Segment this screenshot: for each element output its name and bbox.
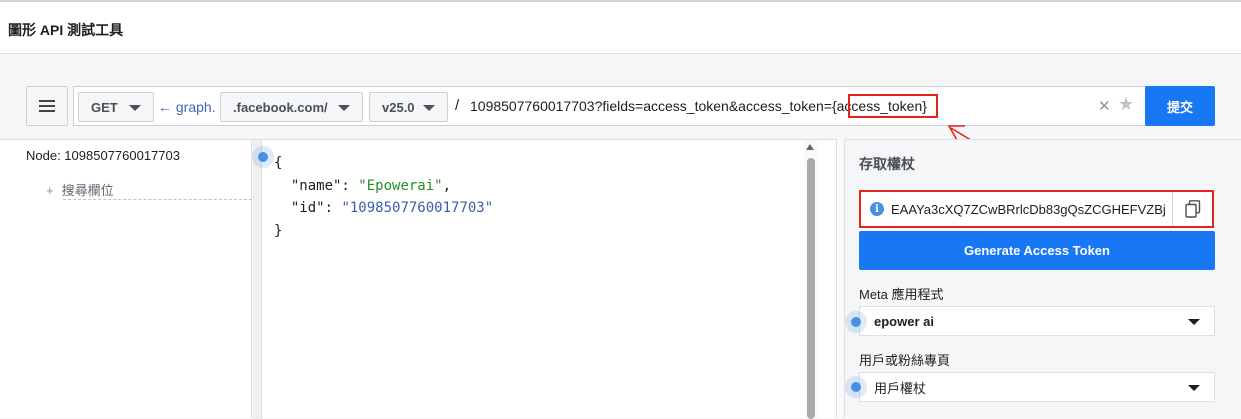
access-token-heading: 存取權杖 (859, 156, 915, 172)
user-label: 用戶或粉絲專頁 (859, 353, 951, 368)
version-select[interactable]: v25.0 (369, 92, 448, 122)
app-select[interactable]: epower ai (859, 306, 1215, 336)
page-header: 圖形 API 測試工具 (0, 2, 1241, 54)
method-label: GET (91, 99, 118, 115)
plus-icon: + (46, 183, 54, 198)
tour-marker[interactable] (851, 317, 861, 327)
copy-icon[interactable] (1172, 192, 1212, 226)
graph-prefix: ← graph. (158, 99, 216, 115)
access-token-value[interactable]: EAAYa3cXQ7ZCwBRrlcDb83gQsZCGHEFVZBj (891, 202, 1174, 217)
response-editor: { "name": "Epowerai", "id": "10985077600… (253, 139, 836, 419)
caret-down-icon (338, 105, 350, 111)
star-icon[interactable]: ★ (1118, 94, 1134, 115)
editor-scrollbar[interactable] (804, 140, 818, 419)
caret-down-icon (129, 105, 141, 111)
info-icon[interactable]: i (870, 202, 884, 216)
tour-marker[interactable] (851, 382, 861, 392)
access-token-field[interactable]: i EAAYa3cXQ7ZCwBRrlcDb83gQsZCGHEFVZBj (859, 190, 1214, 228)
annotation-highlight-box (848, 94, 938, 118)
fold-marker[interactable] (258, 152, 268, 162)
method-select[interactable]: GET (78, 92, 154, 122)
node-label: Node: 1098507760017703 (26, 148, 180, 163)
app-select-value: epower ai (874, 313, 934, 329)
path-text-before: 1098507760017703?fields=access_token&acc… (470, 98, 837, 114)
user-select[interactable]: 用戶權杖 (859, 372, 1215, 402)
domain-label: .facebook.com/ (233, 99, 328, 115)
scroll-up-icon[interactable] (806, 144, 814, 150)
response-json: { "name": "Epowerai", "id": "10985077600… (274, 155, 494, 239)
submit-button[interactable]: 提交 (1145, 86, 1215, 126)
search-field-button[interactable]: + 搜尋欄位 (46, 180, 114, 199)
page-title: 圖形 API 測試工具 (8, 22, 124, 38)
user-select-value: 用戶權杖 (874, 380, 927, 396)
version-label: v25.0 (382, 99, 415, 115)
path-separator: / (455, 97, 460, 114)
menu-icon (39, 100, 55, 112)
panel-splitter[interactable] (836, 139, 845, 418)
clear-icon[interactable]: ✕ (1098, 97, 1111, 115)
search-field-label: 搜尋欄位 (61, 183, 114, 198)
app-label: Meta 應用程式 (859, 287, 944, 302)
scroll-thumb[interactable] (807, 158, 815, 419)
generate-access-token-button[interactable]: Generate Access Token (859, 231, 1215, 270)
query-toolbar: GET ← graph. .facebook.com/ v25.0 / 1098… (26, 86, 1216, 128)
caret-down-icon (1188, 385, 1200, 391)
domain-select[interactable]: .facebook.com/ (220, 92, 363, 122)
menu-button[interactable] (26, 86, 68, 126)
editor-gutter (253, 140, 262, 419)
caret-down-icon (423, 105, 435, 111)
caret-down-icon (1188, 319, 1200, 325)
field-panel: Node: 1098507760017703 + 搜尋欄位 (0, 139, 252, 418)
field-divider (63, 199, 252, 200)
token-panel: 存取權杖 i EAAYa3cXQ7ZCwBRrlcDb83gQsZCGHEFVZ… (845, 139, 1241, 418)
